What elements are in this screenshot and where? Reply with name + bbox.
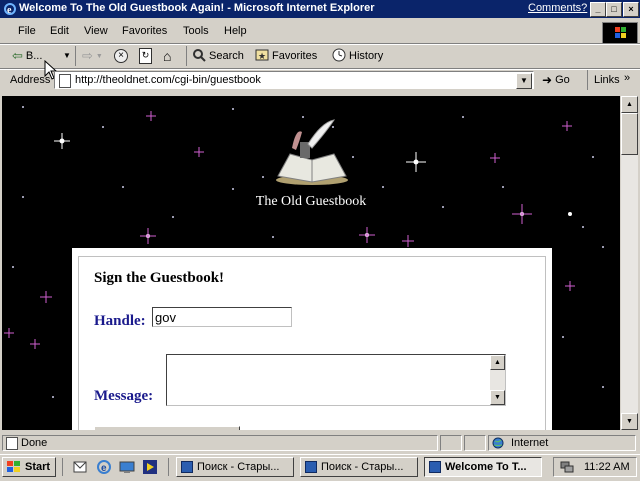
window-title: Welcome To The Old Guestbook Again! - Mi… xyxy=(19,2,375,14)
scroll-thumb[interactable] xyxy=(621,113,638,155)
task-ie-icon xyxy=(181,461,193,473)
status-panel-empty-1 xyxy=(440,435,462,451)
back-button[interactable]: ⇦ B... xyxy=(12,46,42,66)
task-ie-icon xyxy=(305,461,317,473)
quicklaunch-desktop-icon[interactable] xyxy=(119,459,135,478)
internet-explorer-icon: e xyxy=(3,2,17,16)
message-textarea[interactable]: ▲ ▼ xyxy=(166,354,506,406)
search-icon xyxy=(192,48,206,65)
clock[interactable]: 11:22 AM xyxy=(584,461,630,473)
links-chevron-icon[interactable]: » xyxy=(624,72,630,84)
menu-view[interactable]: View xyxy=(84,25,108,37)
menu-favorites[interactable]: Favorites xyxy=(122,25,167,37)
status-text: Done xyxy=(21,437,48,449)
address-field[interactable]: http://theoldnet.com/cgi-bin/guestbook ▼ xyxy=(54,71,534,89)
svg-text:e: e xyxy=(101,463,107,474)
forward-dropdown-icon: ▼ xyxy=(95,52,103,60)
svg-text:e: e xyxy=(7,5,12,16)
windows-flag-icon xyxy=(7,461,21,476)
comments-link[interactable]: Comments? xyxy=(528,2,587,14)
status-zone: Internet xyxy=(511,437,549,449)
close-button[interactable]: × xyxy=(623,2,639,17)
refresh-icon: ↻ xyxy=(139,48,152,64)
stop-icon: × xyxy=(114,49,128,63)
guestbook-form-panel: Sign the Guestbook! Handle: gov Message:… xyxy=(72,248,552,430)
address-url: http://theoldnet.com/cgi-bin/guestbook xyxy=(75,74,261,86)
menu-help[interactable]: Help xyxy=(224,25,247,37)
task-button-3[interactable]: Welcome To T... xyxy=(424,457,542,477)
status-panel-main: Done xyxy=(2,435,438,451)
submit-button[interactable] xyxy=(94,426,240,430)
address-dropdown-icon[interactable]: ▼ xyxy=(516,73,532,89)
site-title: The Old Guestbook xyxy=(255,194,367,209)
svg-text:★: ★ xyxy=(258,51,266,61)
go-button[interactable]: ➜ Go xyxy=(542,70,570,90)
back-arrow-icon: ⇦ xyxy=(12,48,23,63)
back-dropdown-icon[interactable]: ▼ xyxy=(60,49,74,63)
system-tray: 11:22 AM xyxy=(553,457,637,477)
title-bar[interactable]: e Welcome To The Old Guestbook Again! - … xyxy=(0,0,640,18)
menu-file[interactable]: File xyxy=(18,25,36,37)
page-icon xyxy=(59,74,71,88)
handle-input[interactable]: gov xyxy=(152,307,292,327)
status-panel-zone: Internet xyxy=(488,435,636,451)
quicklaunch-media-icon[interactable] xyxy=(142,459,158,478)
task-button-2[interactable]: Поиск - Стары... xyxy=(300,457,418,477)
message-scroll-up-icon[interactable]: ▲ xyxy=(490,355,505,370)
status-panel-empty-2 xyxy=(464,435,486,451)
task-button-1[interactable]: Поиск - Стары... xyxy=(176,457,294,477)
status-page-icon xyxy=(6,437,18,450)
start-button[interactable]: Start xyxy=(2,457,56,477)
guestbook-logo-icon xyxy=(272,118,352,191)
web-page-content: The Old Guestbook Sign the Guestbook! Ha… xyxy=(2,96,620,430)
favorites-star-icon: ★ xyxy=(255,48,269,65)
home-button[interactable]: ⌂ xyxy=(163,46,171,66)
scroll-up-icon[interactable]: ▲ xyxy=(621,96,638,113)
search-button[interactable]: Search xyxy=(192,46,244,66)
refresh-button[interactable]: ↻ xyxy=(139,46,152,66)
tray-network-icon[interactable] xyxy=(560,460,574,477)
stop-button[interactable]: × xyxy=(114,46,128,66)
forward-arrow-icon: ⇨ xyxy=(82,48,93,63)
home-icon: ⌂ xyxy=(163,48,172,64)
message-label: Message: xyxy=(94,388,154,404)
history-icon xyxy=(332,48,346,65)
history-button[interactable]: History xyxy=(332,46,383,66)
page-scrollbar[interactable]: ▲ ▼ xyxy=(621,96,638,430)
menu-tools[interactable]: Tools xyxy=(183,25,209,37)
scroll-down-icon[interactable]: ▼ xyxy=(621,413,638,430)
quicklaunch-ie-icon[interactable]: e xyxy=(96,459,112,478)
go-arrow-icon: ➜ xyxy=(542,73,553,87)
minimize-button[interactable]: _ xyxy=(590,2,606,17)
handle-label: Handle: xyxy=(94,313,146,329)
handle-input-value: gov xyxy=(155,310,176,325)
maximize-button[interactable]: □ xyxy=(606,2,622,17)
menu-edit[interactable]: Edit xyxy=(50,25,69,37)
links-label[interactable]: Links xyxy=(594,74,620,86)
windows-logo-throbber xyxy=(602,22,638,44)
menu-bar: File Edit View Favorites Tools Help xyxy=(0,20,640,42)
quicklaunch-outlook-icon[interactable] xyxy=(72,459,88,478)
internet-globe-icon xyxy=(492,437,504,452)
form-heading: Sign the Guestbook! xyxy=(94,270,225,286)
forward-button[interactable]: ⇨ ▼ xyxy=(82,46,103,66)
message-scrollbar[interactable]: ▲ ▼ xyxy=(490,355,505,405)
favorites-button[interactable]: ★ Favorites xyxy=(255,46,317,66)
message-scroll-down-icon[interactable]: ▼ xyxy=(490,390,505,405)
task-ie-icon xyxy=(429,461,441,473)
